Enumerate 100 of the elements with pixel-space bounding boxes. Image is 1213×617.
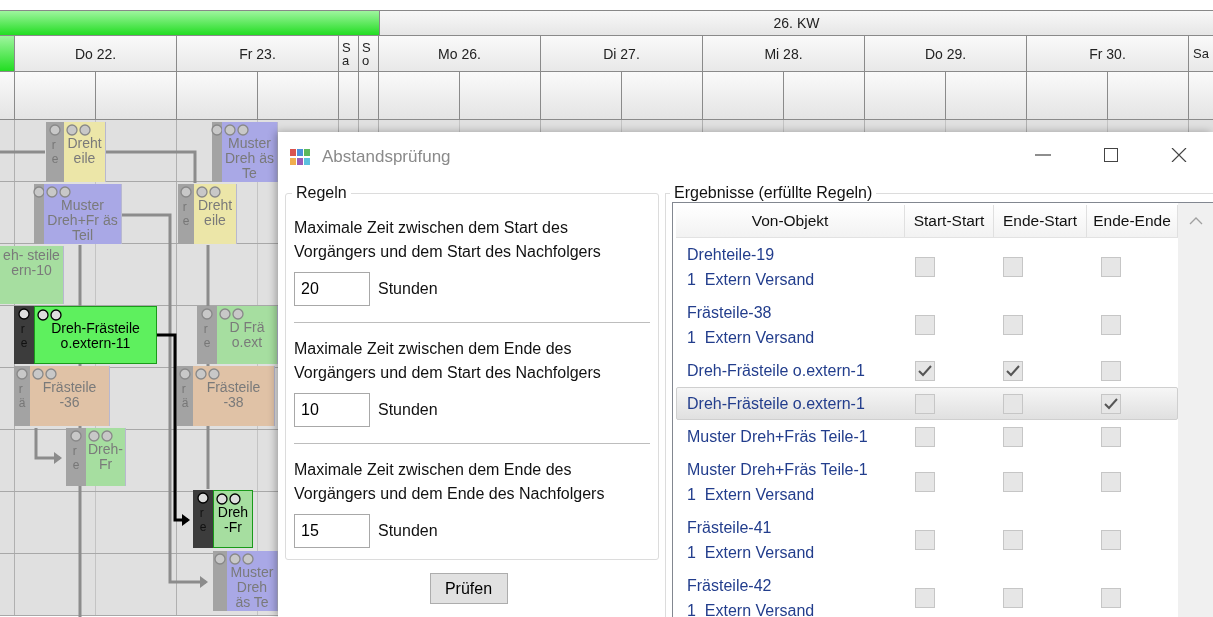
circle-icon xyxy=(70,430,82,442)
scrollbar[interactable] xyxy=(1178,203,1213,617)
circle-icon xyxy=(232,308,244,320)
day-header: So xyxy=(359,36,379,71)
circle-icon xyxy=(196,186,208,198)
connector-line xyxy=(34,428,62,464)
result-row[interactable]: Frästeile-38 1 Extern Versand xyxy=(676,296,1178,354)
object-name: Drehteile-19 xyxy=(687,245,776,265)
circle-icon xyxy=(46,186,58,198)
day-header: Fr 30. xyxy=(1027,36,1189,71)
circle-icon xyxy=(49,124,61,136)
circle-icon xyxy=(37,309,49,321)
task-label: eh- steile ern-10 xyxy=(2,248,61,278)
circle-icon xyxy=(208,368,220,380)
unit-label: Stunden xyxy=(378,280,438,298)
circle-icon xyxy=(88,430,100,442)
check-button[interactable]: Prüfen xyxy=(429,573,508,604)
task-label: D Frä o.ext xyxy=(228,320,266,350)
circle-icon xyxy=(224,124,236,136)
column-header[interactable]: Von-Objekt xyxy=(676,205,905,237)
app-icon xyxy=(290,149,310,165)
object-name: 1 Extern Versand xyxy=(687,270,816,290)
column-header[interactable]: Ende-Start xyxy=(994,205,1087,237)
connector-line xyxy=(0,150,45,154)
task-handle[interactable] xyxy=(212,122,222,182)
result-row[interactable]: Dreh-Frästeile o.extern-1 xyxy=(676,387,1178,420)
object-name: 1 Extern Versand xyxy=(687,601,816,617)
object-name: Frästeile-42 xyxy=(687,576,773,596)
task-bar[interactable]: Dreh-Fr xyxy=(213,490,253,548)
rule-text: Maximale Zeit zwischen dem Start des Vorgängers und dem Start des Nachfolgers xyxy=(294,218,602,262)
circle-icon xyxy=(197,492,209,504)
circle-icon xyxy=(59,186,71,198)
task-label: Dreh-Fr xyxy=(216,505,250,535)
task-label: Drehteile xyxy=(196,198,234,228)
scroll-up-icon xyxy=(1188,217,1203,225)
circle-icon xyxy=(16,368,28,380)
object-name: Dreh-Frästeile o.extern-1 xyxy=(687,361,866,381)
result-row[interactable]: Drehteile-19 1 Extern Versand xyxy=(676,238,1178,296)
task-label: Drehteile xyxy=(66,136,103,166)
circle-icon xyxy=(195,368,207,380)
circle-icon xyxy=(50,309,62,321)
object-name: 1 Extern Versand xyxy=(687,328,816,348)
day-header: Di 27. xyxy=(541,36,703,71)
task-handle[interactable] xyxy=(34,184,44,244)
group-title: Regeln xyxy=(295,184,348,202)
circle-icon xyxy=(219,308,231,320)
day-header: Mi 28. xyxy=(703,36,865,71)
circle-icon xyxy=(101,430,113,442)
day-header: Sa xyxy=(339,36,359,71)
hours-field[interactable]: 10 xyxy=(294,393,370,427)
result-row[interactable]: Muster Dreh+Fräs Teile-1 xyxy=(676,420,1178,453)
close-icon xyxy=(1171,148,1187,162)
circle-icon xyxy=(179,368,191,380)
task-label: Frästeile -36 xyxy=(41,380,98,410)
day-header: Do 22. xyxy=(15,36,177,71)
hours-field[interactable]: 20 xyxy=(294,272,370,306)
task-label: Dreh-Frästeile o.extern-11 xyxy=(50,321,141,351)
result-row[interactable]: Frästeile-42 1 Extern Versand xyxy=(676,569,1178,617)
minimize-icon xyxy=(1035,154,1051,156)
task-label: Dreh-Fr xyxy=(88,442,123,472)
circle-icon xyxy=(66,124,78,136)
hours-field[interactable]: 15 xyxy=(294,514,370,548)
day-header: Fr 23. xyxy=(177,36,339,71)
object-name: 1 Extern Versand xyxy=(687,543,816,563)
circle-icon xyxy=(18,308,30,320)
circle-icon xyxy=(229,553,241,565)
object-name: Frästeile-41 xyxy=(687,518,773,538)
circle-icon xyxy=(214,553,226,565)
window-title: Abstandsprüfung xyxy=(322,147,451,167)
task-label: Frästeile -38 xyxy=(205,380,262,410)
task-bar[interactable]: Drehteile xyxy=(194,184,237,244)
day-header: Do 29. xyxy=(865,36,1027,71)
unit-label: Stunden xyxy=(378,522,438,540)
object-name: Dreh-Frästeile o.extern-1 xyxy=(687,394,866,414)
task-bar[interactable]: Dreh-Frästeile o.extern-11 xyxy=(34,306,157,364)
object-name: Muster Dreh+Fräs Teile-1 xyxy=(687,427,869,447)
circle-icon xyxy=(242,553,254,565)
object-name: Muster Dreh+Fräs Teile-1 xyxy=(687,460,869,480)
result-row[interactable]: Dreh-Frästeile o.extern-1 xyxy=(676,354,1178,387)
task-label: Muster Dreh äs Te xyxy=(224,136,275,181)
circle-icon xyxy=(201,308,213,320)
circle-icon xyxy=(209,186,221,198)
circle-icon xyxy=(79,124,91,136)
result-row[interactable]: Muster Dreh+Fräs Teile-1 1 Extern Versand xyxy=(676,453,1178,511)
object-name: Frästeile-38 xyxy=(687,303,773,323)
circle-icon xyxy=(211,124,223,136)
result-row[interactable]: Frästeile-41 1 Extern Versand xyxy=(676,511,1178,569)
circle-icon xyxy=(32,368,44,380)
circle-icon xyxy=(33,186,45,198)
day-header: Sa xyxy=(1192,45,1210,63)
circle-icon xyxy=(216,493,228,505)
day-header: Mo 26. xyxy=(379,36,541,71)
rule-text: Maximale Zeit zwischen dem Ende des Vorgängers und dem Ende des Nachfolgers xyxy=(294,460,606,504)
rule-text: Maximale Zeit zwischen dem Ende des Vorgängers und dem Start des Nachfolgers xyxy=(294,339,602,383)
column-header[interactable]: Start-Start xyxy=(905,205,994,237)
circle-icon xyxy=(180,186,192,198)
circle-icon xyxy=(237,124,249,136)
week-label: 26. KW xyxy=(379,11,1213,35)
task-label: Muster Dreh+Fr äs Teil xyxy=(46,198,119,243)
task-handle[interactable] xyxy=(213,551,227,611)
